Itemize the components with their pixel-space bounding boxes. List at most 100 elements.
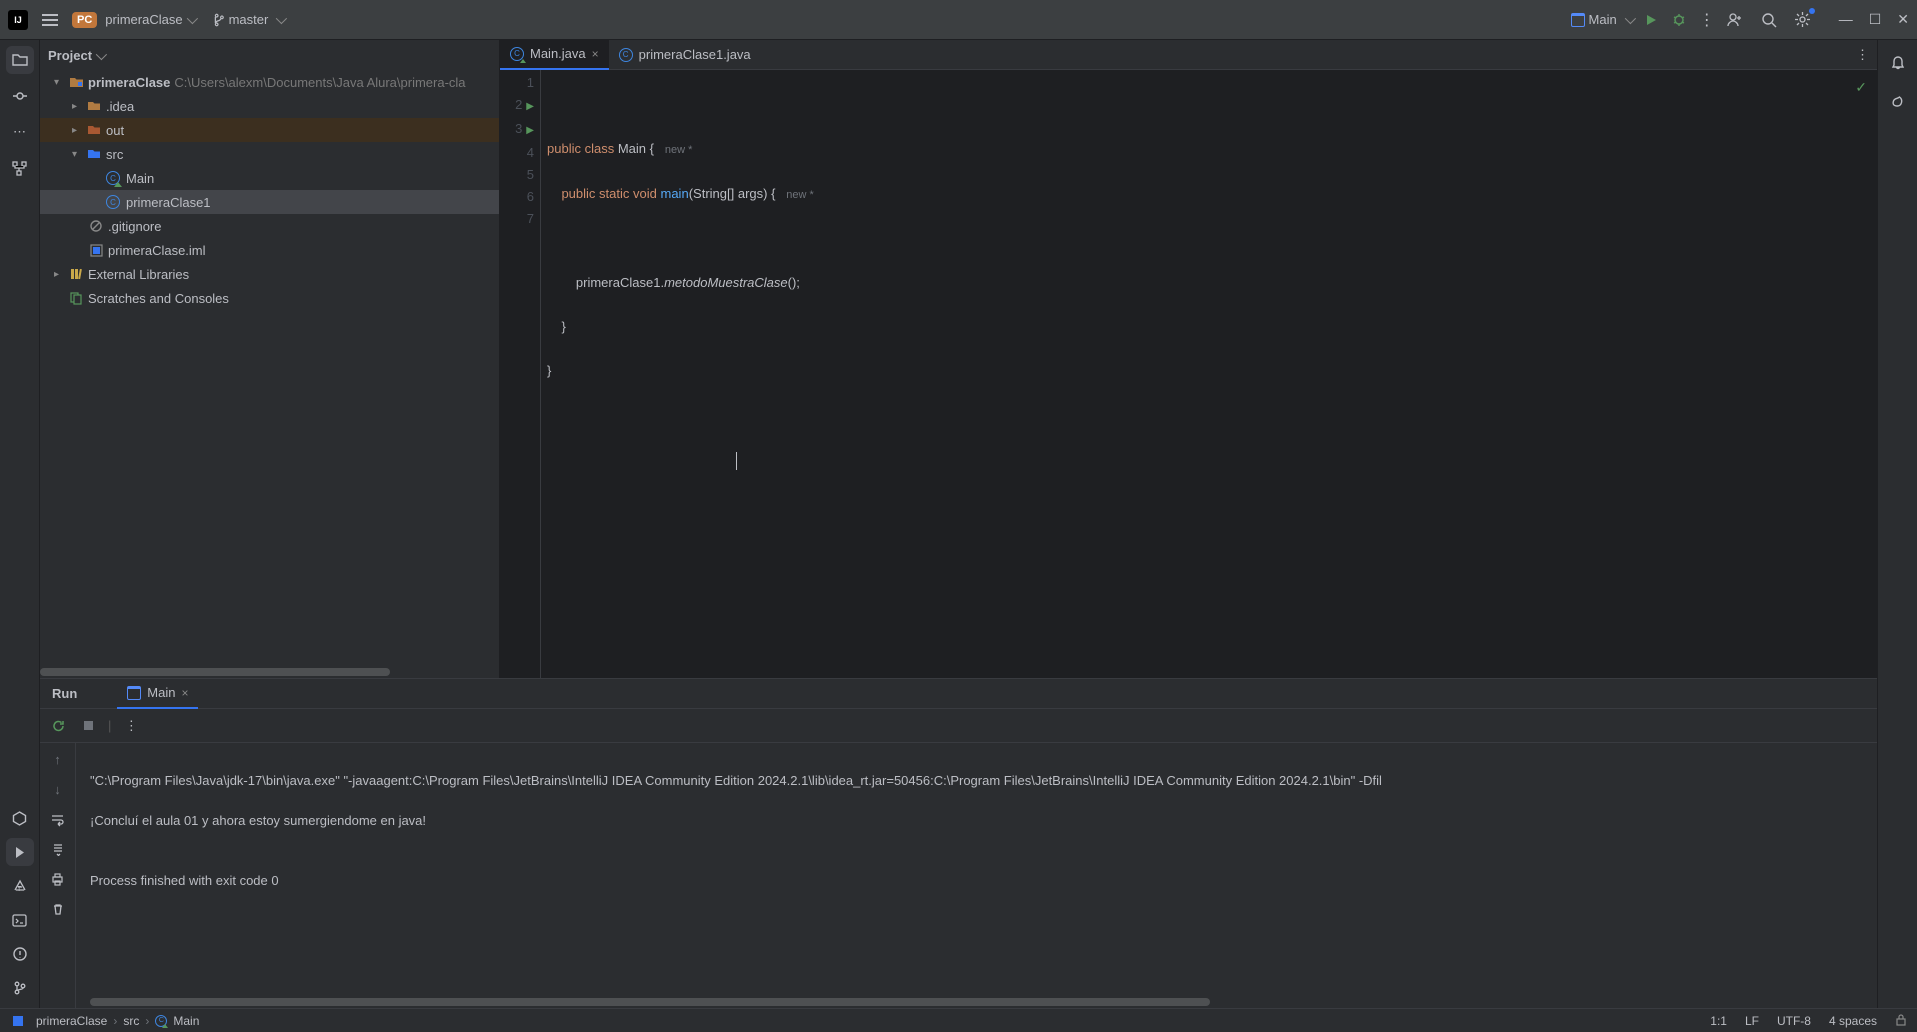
problems-toolwindow-button[interactable] [6, 940, 34, 968]
iml-file-icon [88, 242, 104, 258]
stop-button[interactable] [78, 716, 98, 736]
breadcrumb-main[interactable]: Main [173, 1014, 199, 1028]
more-run-actions-button[interactable]: ⋮ [1697, 10, 1717, 30]
ai-assistant-button[interactable] [1884, 86, 1912, 114]
debug-button[interactable] [1669, 10, 1689, 30]
console-horizontal-scrollbar[interactable] [76, 998, 1877, 1008]
excluded-folder-icon [86, 122, 102, 138]
minimize-window-button[interactable]: — [1839, 11, 1853, 28]
vcs-branch-dropdown[interactable]: master [211, 12, 285, 27]
tree-expand-icon[interactable] [54, 77, 68, 88]
search-button[interactable] [1759, 10, 1779, 30]
vcs-toolwindow-button[interactable] [6, 974, 34, 1002]
services-toolwindow-button[interactable] [6, 804, 34, 832]
run-config-dropdown[interactable]: Main [1571, 12, 1633, 27]
main-menu-button[interactable] [36, 8, 64, 32]
java-class-icon: C [155, 1015, 167, 1027]
rerun-button[interactable] [48, 716, 68, 736]
intellij-logo-icon: IJ [8, 10, 28, 30]
application-icon [127, 686, 141, 700]
close-run-tab-button[interactable]: × [181, 686, 188, 700]
tree-file-gitignore[interactable]: .gitignore [40, 214, 499, 238]
scroll-up-button[interactable]: ↑ [48, 749, 68, 769]
chevron-down-icon [1624, 12, 1635, 23]
more-toolwindows-button[interactable]: ⋯ [6, 118, 34, 146]
run-toolwindow-button[interactable] [6, 838, 34, 866]
gutter-run-icon[interactable]: ▶ [526, 125, 534, 136]
java-class-icon: C [619, 48, 633, 62]
tree-folder-idea[interactable]: .idea [40, 94, 499, 118]
tab-actions-button[interactable]: ⋮ [1856, 47, 1869, 63]
code-with-me-button[interactable] [1725, 10, 1745, 30]
library-icon [68, 266, 84, 282]
indent-setting[interactable]: 4 spaces [1829, 1014, 1877, 1028]
commit-toolwindow-button[interactable] [6, 82, 34, 110]
close-tab-button[interactable]: × [592, 47, 599, 61]
editor-gutter[interactable]: 1 2▶ 3▶ 4 5 6 7 [500, 70, 540, 678]
run-button[interactable] [1641, 10, 1661, 30]
chevron-down-icon [96, 48, 107, 59]
folder-icon [86, 98, 102, 114]
print-button[interactable] [48, 869, 68, 889]
java-class-icon: C [510, 47, 524, 61]
console-output[interactable]: "C:\Program Files\Java\jdk-17\bin\java.e… [76, 743, 1877, 1008]
terminal-toolwindow-button[interactable] [6, 906, 34, 934]
branch-icon [211, 13, 225, 27]
scratches-icon [68, 290, 84, 306]
run-panel-label: Run [52, 686, 77, 701]
tab-main-java[interactable]: C Main.java × [500, 40, 609, 70]
clear-console-button[interactable] [48, 899, 68, 919]
java-class-icon: C [106, 171, 120, 185]
java-class-icon: C [106, 195, 120, 209]
tree-folder-src[interactable]: src [40, 142, 499, 166]
close-window-button[interactable]: ✕ [1897, 11, 1909, 28]
inspection-ok-icon[interactable]: ✓ [1855, 76, 1867, 98]
project-name-dropdown[interactable]: primeraClase [105, 12, 194, 27]
tree-expand-icon[interactable] [72, 125, 86, 136]
breadcrumb-root[interactable]: primeraClase [36, 1014, 107, 1028]
tree-scratches[interactable]: Scratches and Consoles [40, 286, 499, 310]
gutter-run-icon[interactable]: ▶ [526, 101, 534, 112]
tree-root-node[interactable]: primeraClase C:\Users\alexm\Documents\Ja… [40, 70, 499, 94]
project-badge: PC [72, 12, 97, 28]
tree-external-libraries[interactable]: External Libraries [40, 262, 499, 286]
tree-expand-icon[interactable] [54, 269, 68, 280]
structure-toolwindow-button[interactable] [6, 154, 34, 182]
application-icon [1571, 13, 1585, 27]
tree-folder-out[interactable]: out [40, 118, 499, 142]
line-separator[interactable]: LF [1745, 1014, 1759, 1028]
breadcrumb-separator-icon: › [145, 1014, 149, 1028]
run-tab-main[interactable]: Main × [117, 679, 198, 709]
tree-file-iml[interactable]: primeraClase.iml [40, 238, 499, 262]
svg-text:T: T [17, 886, 22, 893]
tree-expand-icon[interactable] [72, 149, 86, 160]
breadcrumb-separator-icon: › [113, 1014, 117, 1028]
project-view-dropdown[interactable]: Project [48, 48, 104, 63]
tab-primeraclase1-java[interactable]: C primeraClase1.java [609, 40, 761, 70]
soft-wrap-button[interactable] [48, 809, 68, 829]
maximize-window-button[interactable]: ☐ [1869, 11, 1882, 28]
code-editor[interactable]: public class Main { new * public static … [540, 70, 1877, 678]
readonly-lock-icon[interactable] [1895, 1014, 1907, 1028]
tree-class-primeraclase1[interactable]: C primeraClase1 [40, 190, 499, 214]
module-folder-icon [68, 74, 84, 90]
scroll-to-end-button[interactable] [48, 839, 68, 859]
source-folder-icon [86, 146, 102, 162]
tree-class-main[interactable]: C Main [40, 166, 499, 190]
project-toolwindow-button[interactable] [6, 46, 34, 74]
file-encoding[interactable]: UTF-8 [1777, 1014, 1811, 1028]
scroll-down-button[interactable]: ↓ [48, 779, 68, 799]
project-horizontal-scrollbar[interactable] [40, 668, 499, 678]
settings-button[interactable] [1793, 10, 1813, 30]
build-toolwindow-button[interactable]: T [6, 872, 34, 900]
text-caret [736, 452, 737, 470]
gitignore-file-icon [88, 218, 104, 234]
tree-expand-icon[interactable] [72, 101, 86, 112]
settings-notification-dot [1809, 8, 1815, 14]
caret-position[interactable]: 1:1 [1710, 1014, 1727, 1028]
notifications-button[interactable] [1884, 48, 1912, 76]
module-icon [10, 1013, 26, 1029]
run-more-actions-button[interactable]: ⋮ [121, 716, 141, 736]
chevron-down-icon [186, 13, 197, 24]
breadcrumb-src[interactable]: src [123, 1014, 139, 1028]
